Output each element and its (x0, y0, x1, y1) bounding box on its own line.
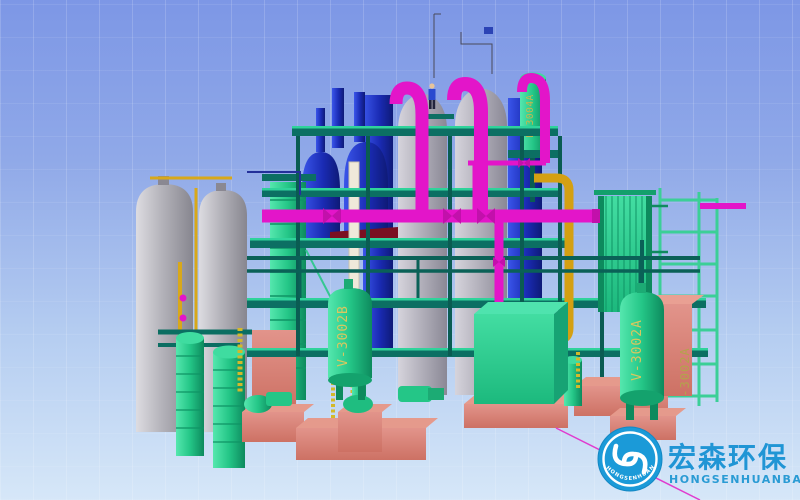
label-3002a-partial: -3002A (678, 347, 692, 396)
instrument-lines (434, 14, 493, 78)
cad-viewport[interactable]: E-3004A (0, 0, 800, 500)
company-name-cn: 宏森环保 (668, 441, 788, 474)
label-v3002a: V-3002A (630, 319, 645, 381)
label-v3002b: V-3002B (336, 305, 351, 367)
company-name-en: HONGSENHUANBAO (669, 473, 800, 486)
vessel-v3002b: V-3002B (328, 279, 372, 400)
plant-3d-render: E-3004A (0, 0, 800, 500)
green-box-tank (474, 302, 568, 404)
